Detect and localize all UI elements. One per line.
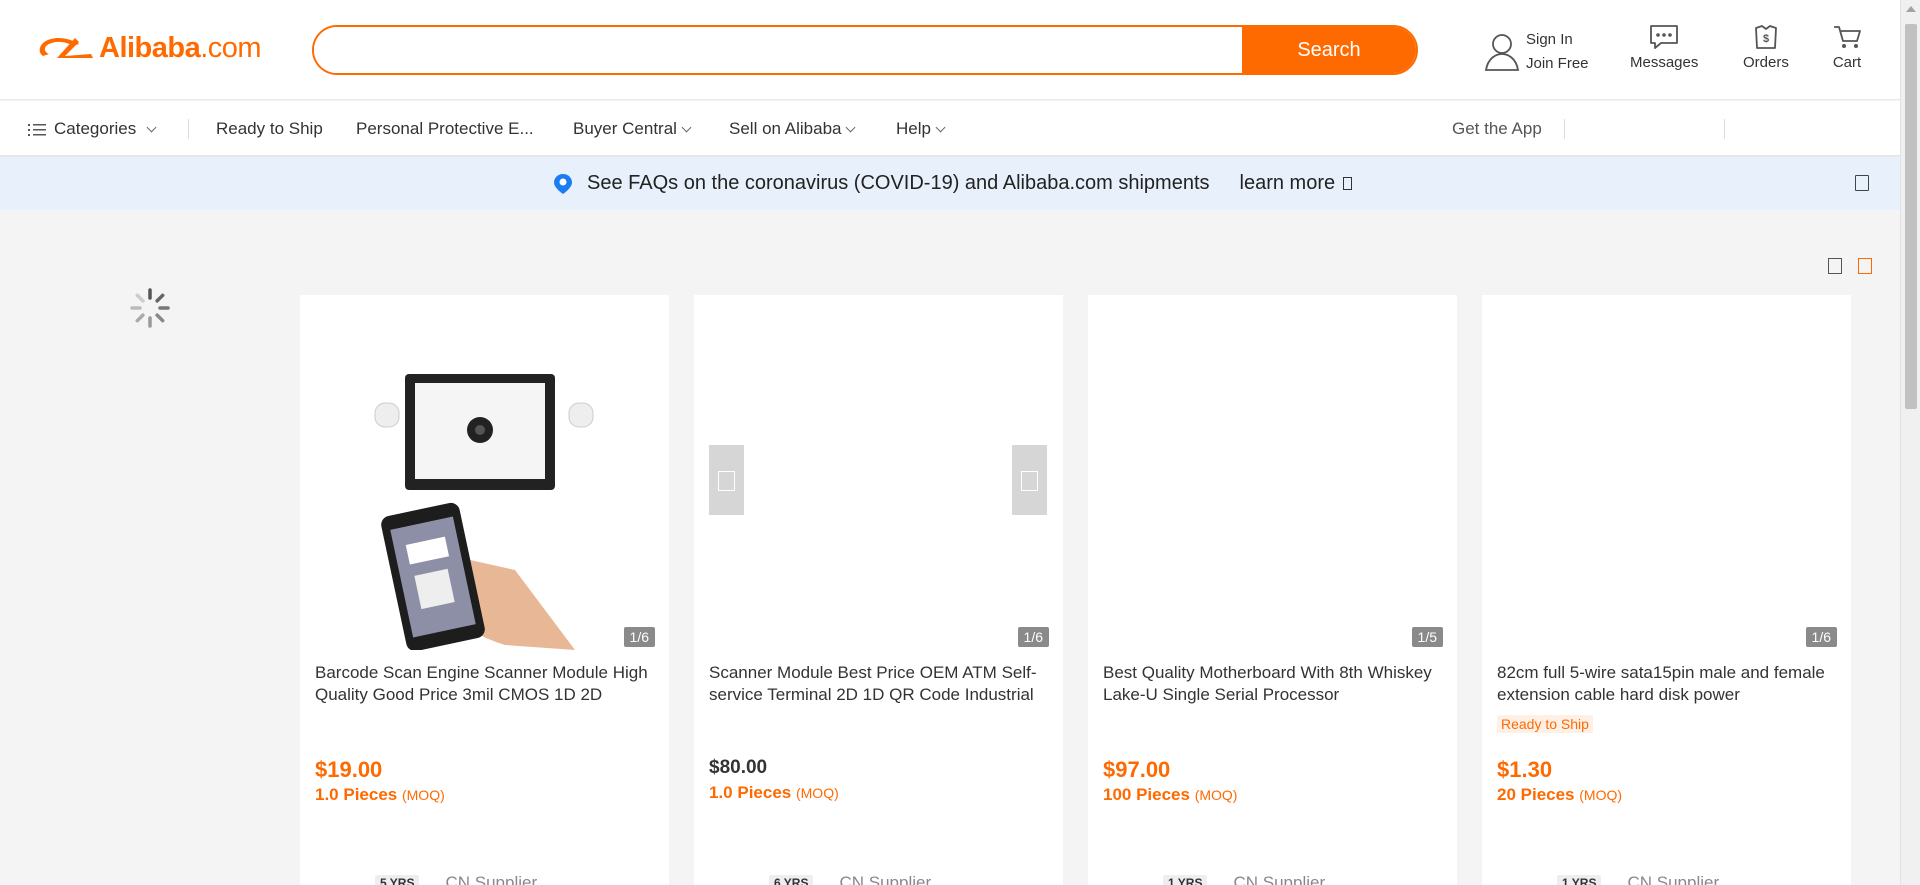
cart-label: Cart bbox=[1832, 54, 1862, 71]
product-title[interactable]: 82cm full 5-wire sata15pin male and fema… bbox=[1497, 662, 1842, 706]
categories-label: Categories bbox=[54, 119, 137, 138]
svg-text:$: $ bbox=[1763, 33, 1769, 45]
user-icon bbox=[1484, 34, 1520, 71]
supplier-years-badge: 6 YRS bbox=[769, 875, 814, 885]
image-counter: 1/6 bbox=[1805, 627, 1837, 647]
product-title[interactable]: Barcode Scan Engine Scanner Module High … bbox=[315, 662, 660, 706]
product-moq: 100 Pieces (MOQ) bbox=[1103, 785, 1238, 804]
supplier-location[interactable]: CN Supplier bbox=[839, 873, 931, 885]
product-moq: 20 Pieces (MOQ) bbox=[1497, 785, 1623, 804]
loading-spinner-icon bbox=[130, 288, 170, 328]
supplier-info: 1 YRS CN Supplier bbox=[1557, 873, 1719, 885]
product-title[interactable]: Scanner Module Best Price OEM ATM Self-s… bbox=[709, 662, 1054, 706]
supplier-info: 1 YRS CN Supplier bbox=[1163, 873, 1325, 885]
product-card[interactable]: 1/6 Barcode Scan Engine Scanner Module H… bbox=[300, 295, 669, 885]
chevron-down-icon bbox=[681, 122, 692, 133]
supplier-location[interactable]: CN Supplier bbox=[1627, 873, 1719, 885]
account-area[interactable]: Sign In Join Free bbox=[1484, 28, 1589, 76]
nav-sell-on-alibaba[interactable]: Sell on Alibaba bbox=[729, 101, 856, 156]
nav-divider bbox=[1724, 119, 1725, 139]
nav-get-the-app[interactable]: Get the App bbox=[1452, 101, 1542, 156]
location-pin-icon bbox=[554, 173, 572, 194]
carousel-prev-button[interactable] bbox=[709, 445, 744, 515]
messages-icon bbox=[1650, 25, 1679, 49]
gallery-view-toggle[interactable] bbox=[1858, 258, 1872, 274]
chevron-down-icon bbox=[935, 122, 946, 133]
site-header: Alibaba.com Search Sign In Join Free Mes… bbox=[0, 0, 1900, 100]
product-price: $80.00 bbox=[709, 757, 768, 778]
learn-more-link[interactable]: learn more bbox=[1240, 172, 1352, 195]
category-navbar: Categories Ready to Ship Personal Protec… bbox=[0, 101, 1900, 156]
scrollbar-thumb[interactable] bbox=[1905, 24, 1917, 409]
messages-button[interactable]: Messages bbox=[1630, 24, 1698, 71]
supplier-location[interactable]: CN Supplier bbox=[445, 873, 537, 885]
orders-label: Orders bbox=[1743, 54, 1789, 71]
supplier-years-badge: 1 YRS bbox=[1557, 875, 1602, 885]
product-price: $1.30 bbox=[1497, 757, 1553, 782]
page-scrollbar[interactable] bbox=[1900, 0, 1920, 885]
product-card[interactable]: 1/6 Scanner Module Best Price OEM ATM Se… bbox=[694, 295, 1063, 885]
ready-to-ship-badge: Ready to Ship bbox=[1497, 715, 1593, 733]
nav-divider bbox=[1564, 119, 1565, 139]
join-free-link[interactable]: Join Free bbox=[1526, 52, 1589, 76]
list-view-toggle[interactable] bbox=[1828, 258, 1842, 274]
product-moq: 1.0 Pieces (MOQ) bbox=[709, 783, 839, 802]
messages-label: Messages bbox=[1630, 54, 1699, 71]
nav-personal-protective[interactable]: Personal Protective E... bbox=[356, 101, 534, 156]
product-price: $19.00 bbox=[315, 757, 383, 782]
product-title[interactable]: Best Quality Motherboard With 8th Whiske… bbox=[1103, 662, 1448, 706]
alibaba-logo[interactable]: Alibaba.com bbox=[35, 30, 262, 66]
chevron-down-icon bbox=[146, 122, 157, 133]
nav-divider bbox=[188, 119, 189, 139]
image-counter: 1/6 bbox=[623, 627, 655, 647]
chevron-down-icon bbox=[846, 122, 856, 133]
nav-help[interactable]: Help bbox=[896, 101, 946, 156]
search-button[interactable]: Search bbox=[1242, 27, 1416, 73]
cart-button[interactable]: Cart bbox=[1832, 24, 1862, 71]
cart-icon bbox=[1834, 26, 1861, 48]
orders-icon: $ bbox=[1755, 25, 1777, 49]
supplier-years-badge: 1 YRS bbox=[1163, 875, 1208, 885]
menu-icon bbox=[28, 123, 46, 136]
product-price: $97.00 bbox=[1103, 757, 1171, 782]
notice-text: See FAQs on the coronavirus (COVID-19) a… bbox=[587, 172, 1210, 194]
alibaba-logo-icon bbox=[39, 37, 93, 58]
product-card[interactable]: 1/5 Best Quality Motherboard With 8th Wh… bbox=[1088, 295, 1457, 885]
product-moq: 1.0 Pieces (MOQ) bbox=[315, 785, 445, 804]
product-image[interactable] bbox=[315, 310, 654, 650]
scroll-up-arrow-icon[interactable] bbox=[1906, 6, 1916, 12]
logo-wordmark: Alibaba.com bbox=[99, 31, 262, 64]
supplier-years-badge: 5 YRS bbox=[375, 875, 420, 885]
image-counter: 1/6 bbox=[1017, 627, 1049, 647]
search-input[interactable] bbox=[314, 27, 1242, 73]
categories-menu[interactable]: Categories bbox=[28, 101, 157, 156]
nav-ready-to-ship[interactable]: Ready to Ship bbox=[216, 101, 323, 156]
image-counter: 1/5 bbox=[1411, 627, 1443, 647]
supplier-location[interactable]: CN Supplier bbox=[1233, 873, 1325, 885]
carousel-next-button[interactable] bbox=[1012, 445, 1047, 515]
supplier-info: 6 YRS CN Supplier bbox=[769, 873, 931, 885]
supplier-info: 5 YRS CN Supplier bbox=[375, 873, 537, 885]
chevron-right-icon bbox=[1021, 471, 1038, 491]
nav-buyer-central[interactable]: Buyer Central bbox=[573, 101, 692, 156]
search-bar: Search bbox=[312, 25, 1418, 75]
product-card[interactable]: 1/6 82cm full 5-wire sata15pin male and … bbox=[1482, 295, 1851, 885]
external-link-icon bbox=[1342, 177, 1352, 190]
orders-button[interactable]: $ Orders bbox=[1743, 24, 1789, 71]
sign-in-link[interactable]: Sign In bbox=[1526, 28, 1589, 52]
chevron-left-icon bbox=[718, 471, 735, 491]
covid-notice-banner: See FAQs on the coronavirus (COVID-19) a… bbox=[0, 157, 1900, 210]
close-notice-icon[interactable] bbox=[1855, 175, 1869, 191]
